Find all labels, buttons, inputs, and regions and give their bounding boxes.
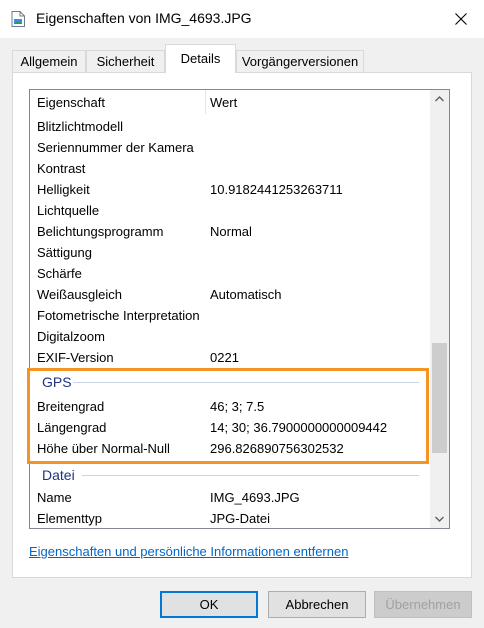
property-name: Längengrad: [37, 420, 107, 435]
column-separator[interactable]: [205, 90, 206, 114]
list-header: Eigenschaft Wert: [30, 90, 431, 116]
property-name: Breitengrad: [37, 399, 105, 414]
property-name: Belichtungsprogramm: [37, 224, 164, 239]
group-label: Datei: [42, 467, 75, 483]
tab-vorgaengerversionen[interactable]: Vorgängerversionen: [236, 50, 364, 72]
property-name: Seriennummer der Kamera: [37, 140, 194, 155]
group-header-datei[interactable]: Datei: [30, 464, 431, 486]
property-value: 46; 3; 7.5: [210, 399, 265, 414]
property-name: Helligkeit: [37, 182, 90, 197]
list-row[interactable]: Kontrast: [30, 158, 431, 179]
property-name: Name: [37, 490, 72, 505]
property-name: Schärfe: [37, 266, 82, 281]
list-row[interactable]: Schärfe: [30, 263, 431, 284]
property-name: EXIF-Version: [37, 350, 114, 365]
list-row[interactable]: Fotometrische Interpretation: [30, 305, 431, 326]
title-bar: Eigenschaften von IMG_4693.JPG: [0, 0, 484, 38]
window-title: Eigenschaften von IMG_4693.JPG: [36, 10, 252, 26]
scroll-up-button[interactable]: [430, 90, 449, 108]
property-value: IMG_4693.JPG: [210, 490, 300, 505]
property-name: Fotometrische Interpretation: [37, 308, 200, 323]
tab-sicherheit[interactable]: Sicherheit: [86, 50, 165, 72]
property-name: Weißausgleich: [37, 287, 123, 302]
close-button[interactable]: [438, 0, 484, 38]
property-name: Höhe über Normal-Null: [37, 441, 170, 456]
list-row[interactable]: Seriennummer der Kamera: [30, 137, 431, 158]
scroll-down-button[interactable]: [430, 510, 449, 528]
tab-allgemein[interactable]: Allgemein: [12, 50, 86, 72]
list-row[interactable]: Belichtungsprogramm Normal: [30, 221, 431, 242]
vertical-scrollbar[interactable]: [430, 90, 449, 528]
scrollbar-thumb[interactable]: [432, 343, 447, 453]
remove-properties-link[interactable]: Eigenschaften und persönliche Informatio…: [29, 544, 348, 559]
property-list[interactable]: Eigenschaft Wert Blitzlichtmodell Serien…: [29, 89, 450, 529]
list-row[interactable]: Längengrad 14; 30; 36.7900000000009442: [30, 417, 431, 438]
group-divider: [73, 382, 419, 383]
close-icon: [455, 13, 467, 25]
property-value: 10.9182441253263711: [210, 182, 343, 197]
tab-details[interactable]: Details: [165, 44, 236, 73]
list-row[interactable]: Name IMG_4693.JPG: [30, 487, 431, 508]
property-value: 296.826890756302532: [210, 441, 344, 456]
column-header-value[interactable]: Wert: [210, 95, 237, 110]
chevron-down-icon: [435, 516, 444, 522]
property-value: 14; 30; 36.7900000000009442: [210, 420, 388, 435]
list-row[interactable]: Lichtquelle: [30, 200, 431, 221]
list-row[interactable]: Sättigung: [30, 242, 431, 263]
property-name: Sättigung: [37, 245, 92, 260]
property-name: Lichtquelle: [37, 203, 100, 218]
group-divider: [82, 475, 419, 476]
property-name: Kontrast: [37, 161, 86, 176]
property-value: 0221: [210, 350, 239, 365]
property-value: JPG-Datei: [210, 511, 270, 526]
list-row[interactable]: Elementtyp JPG-Datei: [30, 508, 431, 528]
list-row[interactable]: Weißausgleich Automatisch: [30, 284, 431, 305]
list-row[interactable]: Blitzlichtmodell: [30, 116, 431, 137]
list-row[interactable]: Digitalzoom: [30, 326, 431, 347]
image-file-icon: [11, 11, 25, 27]
property-value: Normal: [210, 224, 252, 239]
column-header-property[interactable]: Eigenschaft: [37, 95, 105, 110]
property-name: Digitalzoom: [37, 329, 105, 344]
list-row[interactable]: Helligkeit 10.9182441253263711: [30, 179, 431, 200]
cancel-button[interactable]: Abbrechen: [268, 591, 366, 618]
property-value: Automatisch: [210, 287, 282, 302]
ok-button[interactable]: OK: [160, 591, 258, 618]
chevron-up-icon: [435, 96, 444, 102]
apply-button[interactable]: Übernehmen: [374, 591, 472, 618]
property-name: Elementtyp: [37, 511, 103, 526]
property-name: Blitzlichtmodell: [37, 119, 123, 134]
list-row[interactable]: Höhe über Normal-Null 296.826890756302532: [30, 438, 431, 459]
group-header-gps[interactable]: GPS: [30, 371, 431, 393]
list-row[interactable]: Breitengrad 46; 3; 7.5: [30, 396, 431, 417]
group-label: GPS: [42, 374, 72, 390]
list-row[interactable]: EXIF-Version 0221: [30, 347, 431, 368]
